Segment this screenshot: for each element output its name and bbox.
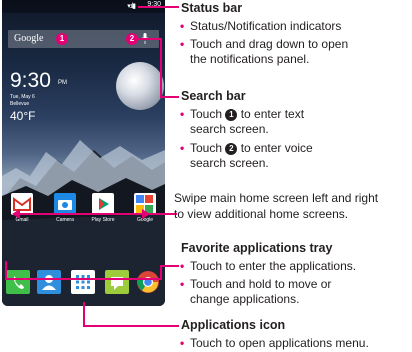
callout-bullet: • Touch to open applications menu. <box>180 336 369 350</box>
clock-widget[interactable]: 9:30 <box>10 69 51 93</box>
app-label-play-store: Play Store <box>91 217 115 223</box>
weather-temperature[interactable]: 40°F <box>10 109 35 123</box>
callout-title-status-bar: Status bar <box>181 1 243 15</box>
callout-text: Touch <box>190 141 226 155</box>
callout-text-line: the notifications panel. <box>190 52 310 66</box>
callout-text-line: change applications. <box>190 292 300 306</box>
app-gmail[interactable]: Gmail <box>7 193 37 223</box>
bullet-dot: • <box>180 19 185 33</box>
callout-badge-2-inline: 2 <box>225 143 238 155</box>
location-label: Bellevue <box>10 101 30 107</box>
callout-text: Touch and hold to move or <box>190 277 332 291</box>
callout-bullet: • Touch and drag down to open <box>180 37 349 51</box>
callout-badge-1: 1 <box>56 33 68 45</box>
search-bar[interactable]: Google 1 2 <box>8 30 159 48</box>
app-play-store[interactable]: Play Store <box>88 193 118 223</box>
callout-text: Touch to enter the applications. <box>190 259 357 273</box>
google-folder-icon <box>134 193 156 215</box>
status-bar[interactable]: ▾.ıl▮ 9:30 <box>2 0 165 13</box>
camera-icon <box>54 193 76 215</box>
app-google[interactable]: Google <box>130 193 160 223</box>
favorite-apps-tray <box>2 264 165 298</box>
play-store-icon <box>92 193 114 215</box>
callout-bullet: • Touch 2 to enter voice <box>180 141 313 155</box>
signal-icon: ▾.ıl▮ <box>127 3 136 10</box>
callout-swipe-line-2: to view additional home screens. <box>174 207 349 221</box>
callout-bullet: • Touch 1 to enter text <box>180 107 305 121</box>
callout-badge-1-inline: 1 <box>225 109 238 121</box>
date-label: Tue, May 6 <box>10 94 35 100</box>
chrome-icon[interactable] <box>136 270 160 294</box>
callout-swipe-line-1: Swipe main home screen left and right <box>174 191 379 205</box>
callout-text-line: search screen. <box>190 156 269 170</box>
callout-badge-2: 2 <box>126 33 138 45</box>
messaging-icon[interactable] <box>105 270 129 294</box>
app-camera[interactable]: Camera <box>50 193 80 223</box>
callout-text-line: search screen. <box>190 122 269 136</box>
callout-title-applications: Applications icon <box>181 318 286 332</box>
status-time: 9:30 <box>147 1 161 8</box>
app-label-camera: Camera <box>56 217 74 223</box>
callout-text: to enter voice <box>237 141 313 155</box>
callout-text: Status/Notification indicators <box>190 19 342 33</box>
app-label-gmail: Gmail <box>15 217 29 223</box>
phone-icon[interactable] <box>6 270 30 294</box>
bullet-dot: • <box>180 141 185 155</box>
microphone-icon[interactable] <box>142 33 148 44</box>
app-label-google: Google <box>136 217 154 223</box>
apps-grid-icon[interactable] <box>71 270 95 294</box>
bullet-dot: • <box>180 107 185 121</box>
callout-text: Touch to open applications menu. <box>190 336 369 350</box>
callout-text: Touch and drag down to open <box>190 37 349 51</box>
callout-text: to enter text <box>237 107 305 121</box>
moon-image <box>116 62 164 110</box>
callout-title-search-bar: Search bar <box>181 89 246 103</box>
phone-home-screen: ▾.ıl▮ 9:30 Google 1 2 9:30 PM Tue, May 6… <box>2 0 165 306</box>
bullet-dot: • <box>180 37 185 51</box>
google-logo: Google <box>14 33 44 44</box>
callout-bullet: • Touch and hold to move or <box>180 277 332 291</box>
bullet-dot: • <box>180 259 185 273</box>
callout-bullet: • Status/Notification indicators <box>180 19 342 33</box>
contacts-icon[interactable] <box>37 270 61 294</box>
clock-ampm: PM <box>58 80 67 86</box>
bullet-dot: • <box>180 336 185 350</box>
callout-text: Touch <box>190 107 226 121</box>
callout-bullet: • Touch to enter the applications. <box>180 259 357 273</box>
bullet-dot: • <box>180 277 185 291</box>
callout-title-favorites: Favorite applications tray <box>181 241 333 255</box>
gmail-icon <box>11 193 33 215</box>
